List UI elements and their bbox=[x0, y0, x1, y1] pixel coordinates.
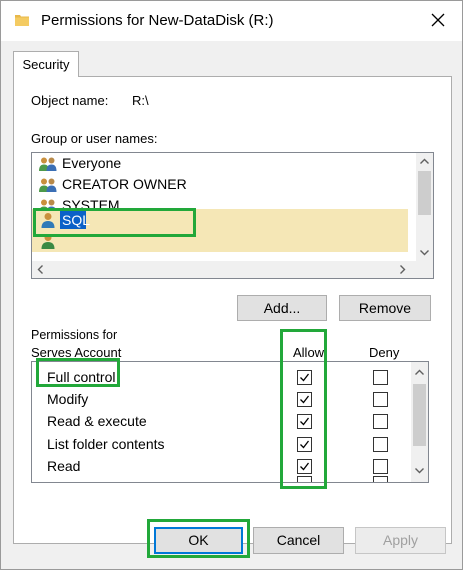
deny-checkbox[interactable] bbox=[373, 459, 388, 474]
perm-row-partial bbox=[32, 476, 411, 482]
perm-row-list-folder-contents: List folder contents bbox=[32, 432, 411, 455]
group-user-names-label: Group or user names: bbox=[31, 131, 158, 146]
allow-checkbox[interactable] bbox=[297, 414, 312, 429]
group-users-icon bbox=[39, 199, 56, 209]
group-list-vertical-scrollbar[interactable] bbox=[416, 153, 433, 261]
scrollbar-thumb[interactable] bbox=[418, 171, 431, 215]
list-item-sql[interactable]: SQL bbox=[32, 209, 408, 231]
tab-security[interactable]: Security bbox=[13, 51, 79, 77]
folder-icon bbox=[15, 15, 29, 26]
perm-row-read-execute: Read & execute bbox=[32, 409, 411, 432]
deny-column-header: Deny bbox=[369, 345, 400, 360]
checkmark-icon bbox=[300, 462, 310, 471]
perm-row-full-control: Full control bbox=[32, 365, 411, 388]
permission-name: Read bbox=[47, 458, 81, 474]
checkmark-icon bbox=[300, 395, 310, 404]
scroll-up-icon[interactable] bbox=[411, 364, 428, 381]
close-button[interactable] bbox=[421, 5, 455, 35]
allow-checkbox[interactable] bbox=[297, 392, 312, 407]
scroll-down-icon[interactable] bbox=[411, 462, 428, 479]
scroll-right-icon[interactable] bbox=[394, 261, 411, 278]
apply-button[interactable]: Apply bbox=[355, 527, 446, 554]
checkmark-icon bbox=[300, 440, 310, 449]
list-item-label: SYSTEM bbox=[62, 197, 120, 209]
close-icon bbox=[431, 13, 445, 27]
object-name-label: Object name: bbox=[31, 93, 109, 108]
deny-checkbox[interactable] bbox=[373, 414, 388, 429]
deny-checkbox[interactable] bbox=[373, 370, 388, 385]
permissions-for-label: Permissions for bbox=[31, 328, 118, 342]
scrollbar-thumb[interactable] bbox=[413, 384, 426, 446]
user-icon bbox=[41, 213, 55, 228]
permissions-vertical-scrollbar[interactable] bbox=[411, 362, 428, 482]
perm-row-modify: Modify bbox=[32, 387, 411, 410]
permissions-dialog: Permissions for New-DataDisk (R:) Securi… bbox=[0, 0, 463, 570]
allow-checkbox[interactable] bbox=[297, 459, 312, 474]
group-users-icon bbox=[39, 157, 57, 171]
list-item-label: CREATOR OWNER bbox=[62, 176, 187, 192]
group-users-icon bbox=[39, 178, 57, 192]
scroll-left-icon[interactable] bbox=[32, 261, 49, 278]
permission-name: Full control bbox=[47, 369, 116, 385]
title-bar: Permissions for New-DataDisk (R:) bbox=[1, 1, 462, 41]
ok-button[interactable]: OK bbox=[154, 527, 243, 554]
list-item-everyone[interactable]: Everyone bbox=[32, 153, 408, 174]
permission-name: List folder contents bbox=[47, 436, 165, 452]
add-button[interactable]: Add... bbox=[237, 295, 327, 321]
list-item-label: Everyone bbox=[62, 155, 122, 171]
permissions-list: Full control Modify Read & execute List … bbox=[31, 361, 429, 483]
list-item-user[interactable] bbox=[32, 231, 408, 252]
window-title: Permissions for New-DataDisk (R:) bbox=[41, 12, 274, 29]
dialog-body: Security Object name: R:\ Group or user … bbox=[1, 41, 462, 569]
permission-name: Read & execute bbox=[47, 413, 147, 429]
object-name-value: R:\ bbox=[132, 93, 149, 108]
tab-security-label: Security bbox=[22, 57, 70, 72]
allow-checkbox[interactable] bbox=[297, 476, 312, 482]
allow-column-header: Allow bbox=[293, 345, 325, 360]
list-item-label: SQL bbox=[60, 211, 91, 229]
security-tab-panel: Object name: R:\ Group or user names: Ev… bbox=[13, 76, 452, 544]
deny-checkbox[interactable] bbox=[373, 437, 388, 452]
list-item-creator-owner[interactable]: CREATOR OWNER bbox=[32, 174, 408, 195]
deny-checkbox[interactable] bbox=[373, 476, 388, 482]
permission-name: Modify bbox=[47, 391, 89, 407]
group-user-listbox[interactable]: Everyone CREATOR OWNER SYSTEM SQL bbox=[31, 152, 434, 279]
permissions-principal-label: Serves Account bbox=[31, 345, 122, 360]
deny-checkbox[interactable] bbox=[373, 392, 388, 407]
scroll-down-icon[interactable] bbox=[416, 244, 433, 261]
perm-row-read: Read bbox=[32, 454, 411, 477]
allow-checkbox[interactable] bbox=[297, 437, 312, 452]
scroll-up-icon[interactable] bbox=[416, 153, 433, 170]
allow-checkbox[interactable] bbox=[297, 370, 312, 385]
list-item-system[interactable]: SYSTEM bbox=[32, 195, 408, 209]
scrollbar-corner bbox=[416, 261, 433, 278]
checkmark-icon bbox=[300, 417, 310, 426]
cancel-button[interactable]: Cancel bbox=[253, 527, 344, 554]
user-icon bbox=[41, 234, 55, 249]
group-list-horizontal-scrollbar[interactable] bbox=[32, 261, 416, 278]
remove-button[interactable]: Remove bbox=[339, 295, 431, 321]
checkmark-icon bbox=[300, 373, 310, 382]
